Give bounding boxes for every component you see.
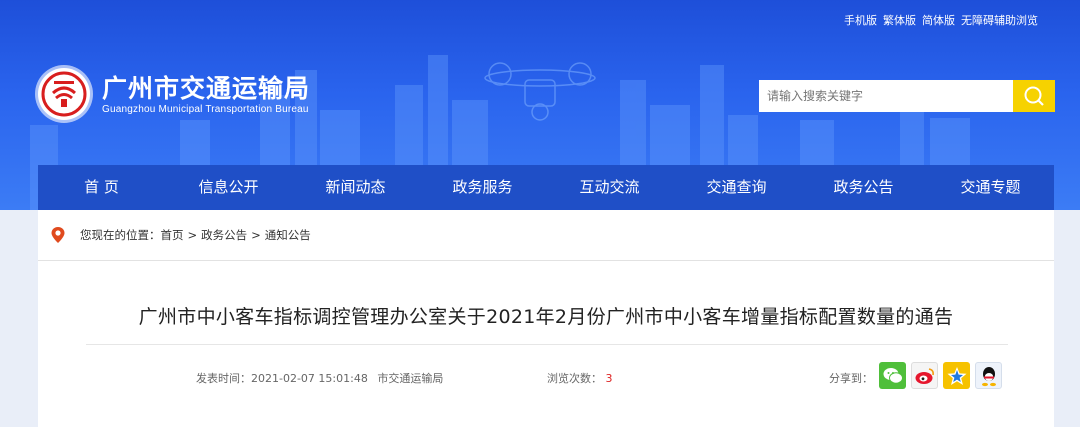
site-header: 手机版 繁体版 简体版 无障碍辅助浏览 广州市交通运输局 Guangzhou M… [0,0,1080,210]
breadcrumb: 您现在的位置： 首页 > 政务公告 > 通知公告 [50,226,311,244]
breadcrumb-separator: > [187,228,198,242]
site-title: 广州市交通运输局 [102,73,311,103]
breadcrumb-label: 您现在的位置： [80,228,161,242]
nav-item-interaction[interactable]: 互动交流 [546,165,673,210]
views-value: 3 [605,372,613,385]
mobile-version-link[interactable]: 手机版 [844,12,877,28]
simplified-chinese-link[interactable]: 简体版 [922,12,955,28]
top-links: 手机版 繁体版 简体版 无障碍辅助浏览 [844,12,1038,28]
accessibility-link[interactable]: 无障碍辅助浏览 [961,12,1038,28]
breadcrumb-divider [38,260,1054,261]
nav-item-government-services[interactable]: 政务服务 [419,165,546,210]
share-label: 分享到： [829,372,873,385]
publish-label: 发表时间： [196,372,251,385]
breadcrumb-home[interactable]: 首页 [161,227,184,243]
search-button[interactable] [1013,80,1055,112]
nav-item-traffic-topics[interactable]: 交通专题 [927,165,1054,210]
wechat-icon[interactable] [879,362,906,389]
traditional-chinese-link[interactable]: 繁体版 [883,12,916,28]
site-title-english: Guangzhou Municipal Transportation Burea… [102,103,309,115]
search-icon [1024,86,1044,106]
title-divider [86,344,1008,345]
search-input[interactable] [759,80,1013,112]
publisher: 市交通运输局 [377,372,444,385]
breadcrumb-announcements[interactable]: 政务公告 [201,227,247,243]
publish-info: 发表时间：2021-02-07 15:01:48 市交通运输局 [196,370,443,386]
nav-item-traffic-query[interactable]: 交通查询 [673,165,800,210]
view-count: 浏览次数： 3 [547,370,613,386]
breadcrumb-notices[interactable]: 通知公告 [265,227,311,243]
nav-item-information-disclosure[interactable]: 信息公开 [165,165,292,210]
qzone-icon[interactable] [943,362,970,389]
share-icons [879,362,1002,389]
article-title: 广州市中小客车指标调控管理办公室关于2021年2月份广州市中小客车增量指标配置数… [138,306,954,328]
nav-item-announcements[interactable]: 政务公告 [800,165,927,210]
qq-icon[interactable] [975,362,1002,389]
nav-item-home[interactable]: 首 页 [38,165,165,210]
views-label: 浏览次数： [547,372,602,385]
location-pin-icon [51,227,65,243]
nav-item-news[interactable]: 新闻动态 [292,165,419,210]
search-box [759,80,1055,112]
content-area: 您现在的位置： 首页 > 政务公告 > 通知公告 广州市中小客车指标调控管理办公… [38,210,1054,427]
site-logo[interactable]: 广州市交通运输局 Guangzhou Municipal Transportat… [38,68,310,120]
breadcrumb-separator: > [251,228,261,242]
bureau-emblem-icon [38,68,90,120]
main-nav: 首 页 信息公开 新闻动态 政务服务 互动交流 交通查询 政务公告 交通专题 [38,165,1054,210]
weibo-icon[interactable] [911,362,938,389]
publish-time: 2021-02-07 15:01:48 [251,372,368,385]
